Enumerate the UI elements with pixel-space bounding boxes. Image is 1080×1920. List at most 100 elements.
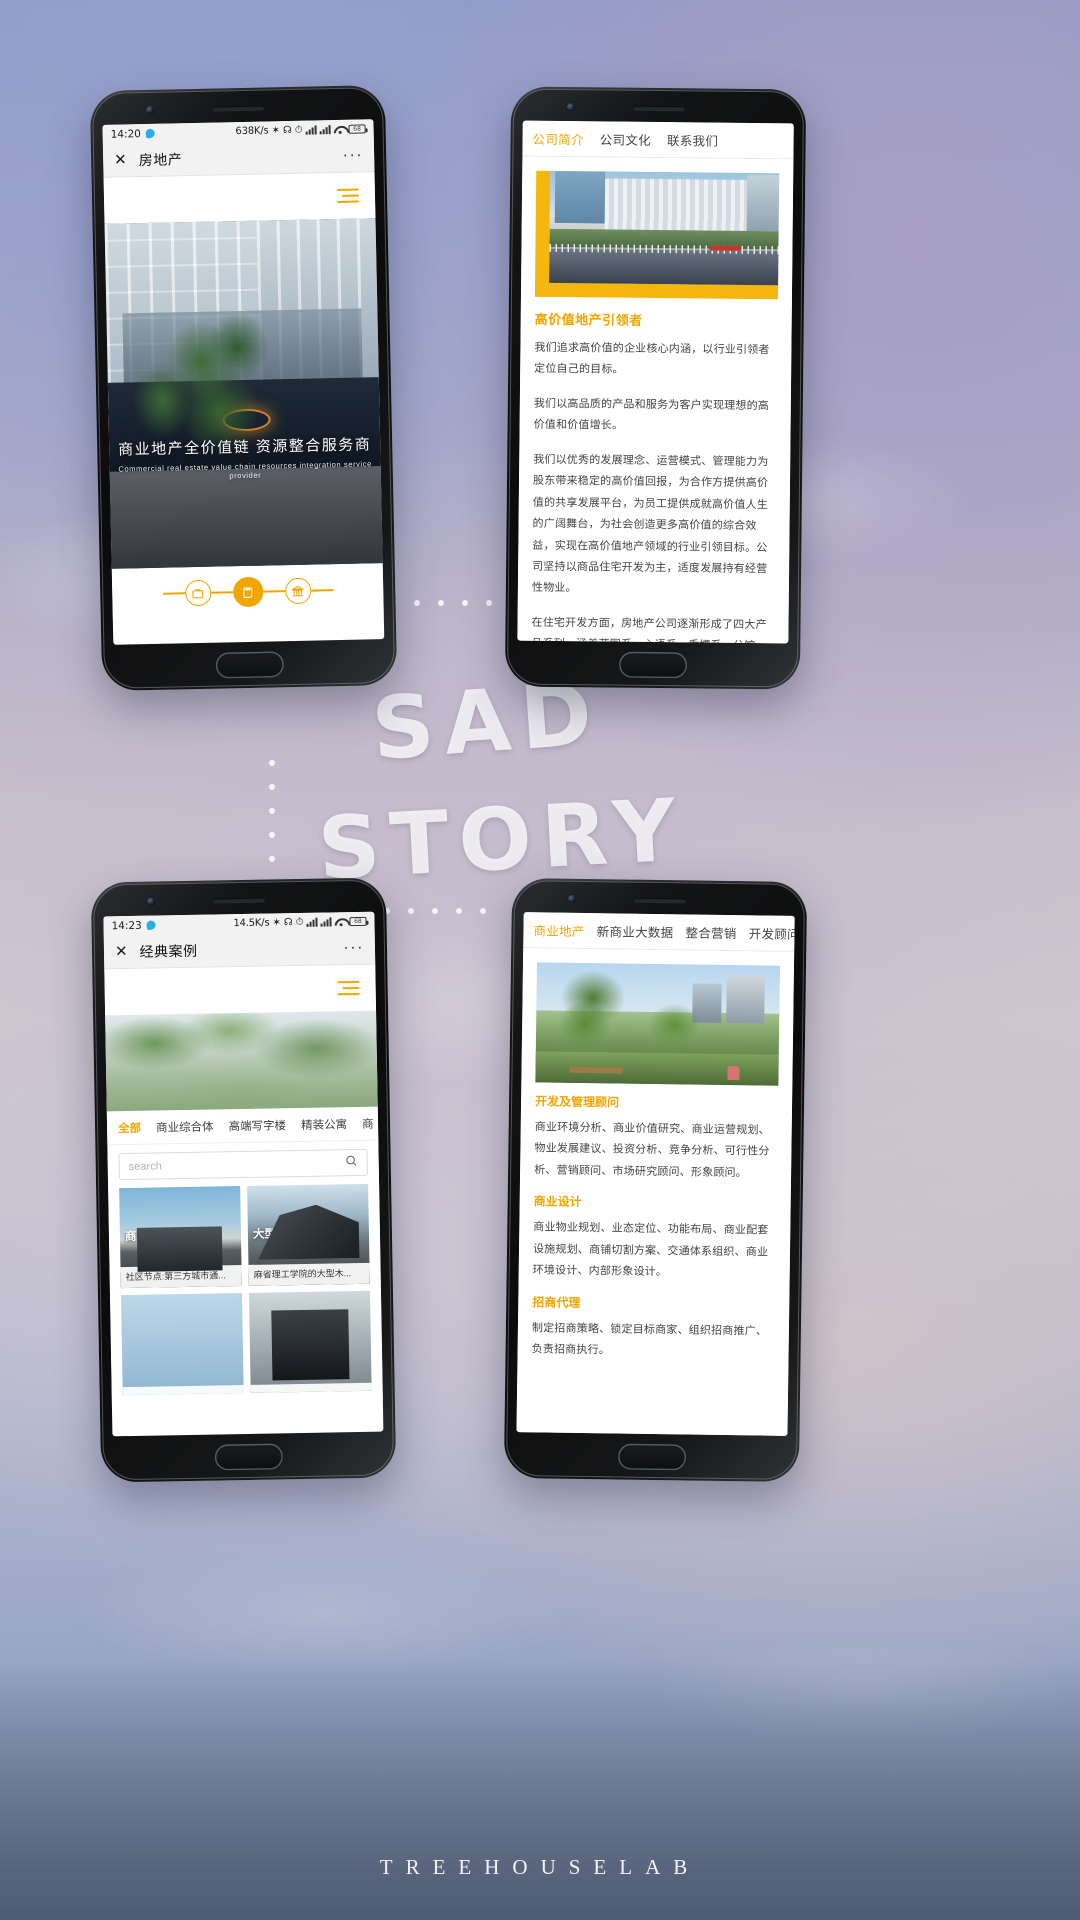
- phone-4-screen: 商业地产 新商业大数据 整合营销 开发顾问 开发及管理顾问 商业环境分析、商业价…: [516, 912, 795, 1436]
- background-sea: [0, 1660, 1080, 1920]
- bluetooth-icon: ✶: [271, 124, 281, 136]
- service-heading: 开发及管理顾问: [534, 1094, 620, 1110]
- site-header: [104, 964, 377, 1016]
- case-card-title: 商业住宅: [124, 1230, 172, 1244]
- case-card-caption: [122, 1385, 244, 1396]
- tab-commercial-property[interactable]: 商业地产: [533, 920, 584, 940]
- network-speed: 14.5K/s: [233, 917, 270, 930]
- page-title: 房地产: [138, 150, 183, 168]
- earpiece-speaker: [211, 105, 264, 112]
- wechat-icon: [145, 128, 156, 139]
- case-hero-banner[interactable]: [105, 1010, 378, 1112]
- service-tab-bar: 商业地产 新商业大数据 整合营销 开发顾问: [523, 912, 795, 952]
- tab-company-culture[interactable]: 公司文化: [600, 129, 651, 149]
- category-filter-row: 全部 商业综合体 高端写字楼 精装公寓 商: [106, 1106, 379, 1146]
- wechat-icon: [146, 919, 157, 931]
- status-time: 14:23: [111, 919, 142, 932]
- wifi-icon: [334, 125, 346, 134]
- home-button[interactable]: [617, 1443, 686, 1471]
- mute-icon: ☊: [282, 124, 292, 136]
- wechat-nav-bar: ✕ 经典案例 ···: [103, 930, 376, 970]
- bluetooth-icon: ✶: [272, 916, 281, 928]
- phone-4: 商业地产 新商业大数据 整合营销 开发顾问 开发及管理顾问 商业环境分析、商业价…: [503, 877, 808, 1483]
- yellow-accent-bottom: [534, 282, 779, 300]
- tab-company-intro[interactable]: 公司简介: [533, 129, 584, 149]
- case-card[interactable]: [248, 1290, 372, 1393]
- clipboard-icon[interactable]: [232, 576, 264, 608]
- article-body: 高价值地产引领者 我们追求高价值的企业核心内涵，以行业引领者定位自己的目标。 我…: [517, 156, 794, 644]
- earpiece-speaker: [632, 105, 685, 112]
- step-divider: [210, 591, 233, 594]
- service-body: 开发及管理顾问 商业环境分析、商业价值研究、商业运营规划、物业发展建议、投资分析…: [516, 948, 795, 1436]
- tab-big-data[interactable]: 新商业大数据: [597, 921, 674, 941]
- phone-1: 14:20 638K/s ✶ ☊ ⏱ 68 ✕ 房地产 ··· 商业地产全价值链…: [89, 84, 398, 692]
- earpiece-speaker: [633, 897, 686, 904]
- briefcase-icon[interactable]: [184, 579, 212, 607]
- page-title: 经典案例: [139, 942, 198, 960]
- phone-3-screen: 14:23 14.5K/s ✶ ☊ ⏱ 68 ✕ 经典案例 ··· 全部 商业综…: [103, 911, 384, 1437]
- search-input[interactable]: search: [129, 1160, 162, 1173]
- front-camera-icon: [146, 105, 155, 114]
- close-icon[interactable]: ✕: [115, 943, 128, 960]
- hamburger-icon[interactable]: [337, 977, 360, 999]
- article-paragraph: 我们以高品质的产品和服务为客户实现理想的高价值和价值增长。: [533, 397, 770, 432]
- search-box[interactable]: search: [118, 1148, 368, 1181]
- service-heading: 商业设计: [533, 1194, 582, 1210]
- site-header: [103, 172, 376, 224]
- signal-bars-2-icon: [319, 125, 331, 135]
- front-camera-icon: [566, 103, 575, 112]
- service-step-strip: [111, 563, 384, 621]
- case-card[interactable]: [120, 1293, 244, 1396]
- case-card-caption: 社区节点:第三方城市通...: [120, 1265, 242, 1289]
- battery-icon: 68: [349, 916, 367, 927]
- foliage-photo: [105, 1010, 378, 1112]
- case-card-caption: [250, 1382, 372, 1393]
- alarm-icon: ⏱: [295, 916, 304, 928]
- search-icon[interactable]: [345, 1154, 358, 1172]
- case-card-title: 大型木材长建筑: [252, 1227, 334, 1241]
- battery-icon: 68: [348, 124, 366, 134]
- category-complex[interactable]: 商业综合体: [156, 1118, 214, 1135]
- office-building-photo: [549, 170, 780, 286]
- hero-caption-cn: 商业地产全价值链 资源整合服务商: [118, 436, 372, 459]
- bank-icon[interactable]: [284, 577, 312, 605]
- article-paragraph: 我们以优秀的发展理念、运营模式、管理能力为股东带来稳定的高价值回报，为合作方提供…: [531, 453, 769, 595]
- hamburger-icon[interactable]: [336, 185, 360, 207]
- phone-2-screen: 公司简介 公司文化 联系我们 高价值地产引领者 我们追求高价值的企业核心内涵，以…: [517, 120, 794, 644]
- tab-contact-us[interactable]: 联系我们: [667, 130, 718, 150]
- category-more[interactable]: 商: [362, 1115, 374, 1131]
- more-options-icon[interactable]: ···: [342, 146, 363, 163]
- section-tab-bar: 公司简介 公司文化 联系我们: [522, 120, 794, 160]
- brand-watermark: TREEHOUSELAB: [379, 1855, 701, 1879]
- wifi-icon: [334, 917, 346, 926]
- home-button[interactable]: [215, 651, 284, 679]
- category-apartment[interactable]: 精装公寓: [301, 1116, 347, 1133]
- category-all[interactable]: 全部: [118, 1119, 141, 1135]
- category-office[interactable]: 高端写字楼: [228, 1117, 286, 1134]
- front-camera-icon: [567, 894, 576, 903]
- network-speed: 638K/s: [235, 125, 269, 138]
- article-heading: 高价值地产引领者: [534, 311, 643, 328]
- park-photo: [535, 962, 781, 1086]
- case-card[interactable]: 商业住宅 社区节点:第三方城市通...: [119, 1186, 242, 1289]
- front-camera-icon: [147, 897, 156, 906]
- phone-1-screen: 14:20 638K/s ✶ ☊ ⏱ 68 ✕ 房地产 ··· 商业地产全价值链…: [102, 119, 385, 645]
- tab-development-consulting[interactable]: 开发顾问: [749, 923, 795, 943]
- search-area: search: [107, 1140, 380, 1189]
- case-card-caption: 麻省理工学院的大型木...: [248, 1262, 370, 1286]
- case-card[interactable]: 大型木材长建筑 麻省理工学院的大型木...: [247, 1183, 370, 1286]
- home-button[interactable]: [618, 651, 687, 679]
- service-body-text: 商业物业规划、业态定位、功能布局、商业配套设施规划、商铺切割方案、交通体系组织、…: [532, 1221, 769, 1279]
- earpiece-speaker: [212, 897, 265, 904]
- hero-banner[interactable]: 商业地产全价值链 资源整合服务商 Commercial real estate …: [104, 218, 383, 569]
- home-button[interactable]: [214, 1443, 283, 1471]
- phone-3: 14:23 14.5K/s ✶ ☊ ⏱ 68 ✕ 经典案例 ··· 全部 商业综…: [90, 877, 397, 1483]
- phone-2: 公司简介 公司文化 联系我们 高价值地产引领者 我们追求高价值的企业核心内涵，以…: [504, 86, 807, 690]
- service-body-text: 商业环境分析、商业价值研究、商业运营规划、物业发展建议、投资分析、竞争分析、可行…: [534, 1121, 770, 1180]
- tab-integrated-marketing[interactable]: 整合营销: [685, 922, 736, 942]
- step-divider: [310, 589, 333, 592]
- wechat-nav-bar: ✕ 房地产 ···: [102, 138, 375, 178]
- close-icon[interactable]: ✕: [114, 151, 127, 168]
- more-options-icon[interactable]: ···: [343, 939, 364, 956]
- mute-icon: ☊: [283, 916, 293, 928]
